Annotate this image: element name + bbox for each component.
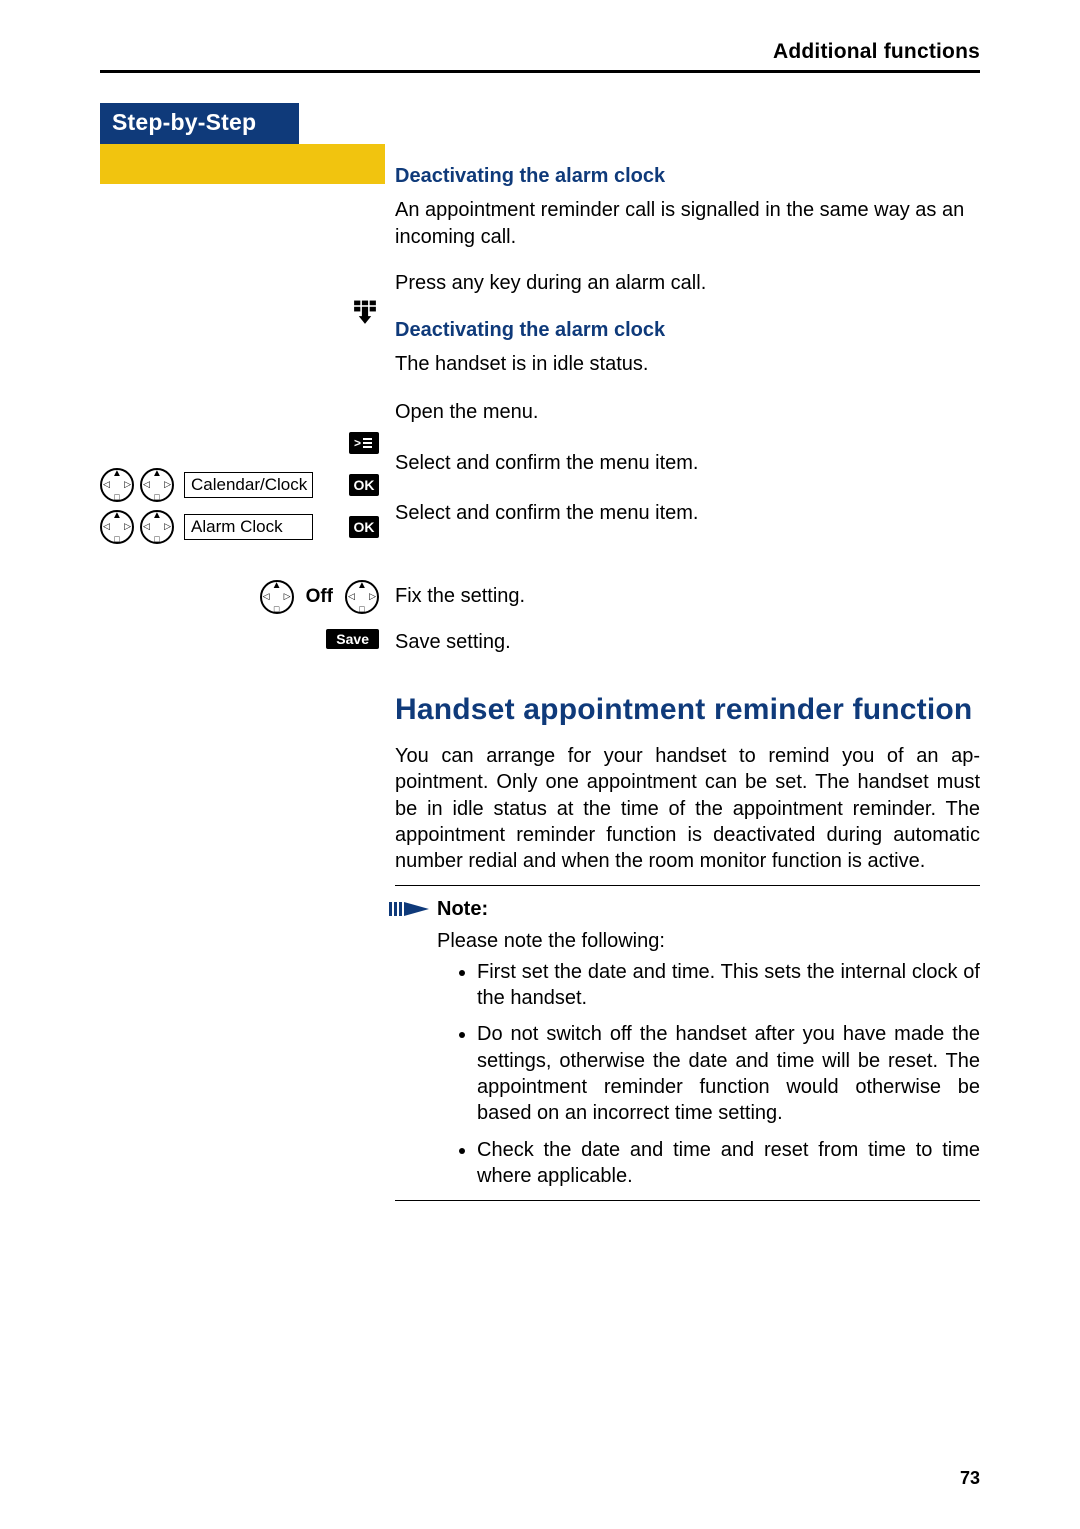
sidebar-column: Step-by-Step (100, 113, 385, 660)
rule-below-note (395, 1200, 980, 1201)
nav-key-icon: ◁▷ (100, 510, 134, 544)
ok-badge: OK (349, 474, 379, 496)
nav-key-icon: ◁▷ (140, 468, 174, 502)
off-label: Off (306, 586, 333, 608)
content-column: Deactivating the alarm clock An appointm… (385, 113, 980, 1211)
step-select-confirm-2: Select and confirm the menu item. (395, 492, 980, 534)
subheading-deactivate-1: Deactivating the alarm clock (395, 163, 980, 189)
page: Additional functions Step-by-Step (0, 0, 1080, 1529)
paragraph-idle-status: The handset is in idle status. (395, 351, 980, 377)
paragraph-appointment-desc: You can arrange for your handset to remi… (395, 743, 980, 875)
menu-item-calendar-box: Calendar/Clock (184, 472, 313, 498)
gutter-calendar-row: ◁▷ ◁▷ Calendar/Clock OK (100, 464, 385, 506)
nav-key-icon: ◁▷ (260, 580, 294, 614)
step-open-menu: Open the menu. (395, 391, 980, 433)
page-number: 73 (960, 1468, 980, 1489)
gutter-keypad-row (100, 292, 385, 334)
note-title: Note: (437, 896, 980, 922)
note-arrow-icon (389, 898, 433, 927)
svg-text:>: > (354, 436, 361, 450)
step-fix-setting: Fix the setting. (395, 575, 980, 617)
note-lead: Please note the following: (437, 928, 980, 954)
ok-badge: OK (349, 516, 379, 538)
keypad-icon (351, 299, 379, 327)
sidebar-yellow-bar (100, 144, 385, 184)
sidebar-tab-row: Step-by-Step (100, 103, 385, 144)
note-block: Note: Please note the following: First s… (395, 896, 980, 1190)
gutter-alarm-row: ◁▷ ◁▷ Alarm Clock OK (100, 506, 385, 548)
nav-key-icon: ◁▷ (140, 510, 174, 544)
note-bullet-item: First set the date and time. This sets t… (477, 959, 980, 1012)
spacer (100, 184, 385, 292)
gutter-save-row: Save (100, 618, 385, 660)
spacer (395, 113, 980, 153)
save-badge: Save (326, 629, 379, 649)
section-heading-appointment: Handset appointment reminder func­tion (395, 691, 980, 729)
gutter-off-row: ◁▷ Off ◁▷ (100, 576, 385, 618)
note-bullet-item: Do not switch off the handset after you … (477, 1021, 980, 1127)
nav-key-icon: ◁▷ (345, 580, 379, 614)
menu-item-alarm-box: Alarm Clock (184, 514, 313, 540)
step-save-setting: Save setting. (395, 625, 980, 659)
nav-key-icon: ◁▷ (100, 468, 134, 502)
note-bullet-item: Check the date and time and reset from t… (477, 1137, 980, 1190)
step-press-any-key: Press any key during an alarm call. (395, 264, 980, 306)
paragraph-intro-1: An appointment reminder call is signalle… (395, 197, 980, 250)
step-select-confirm-1: Select and confirm the menu item. (395, 442, 980, 484)
open-menu-icon: > (349, 432, 379, 454)
rule-above-note (395, 885, 980, 886)
gutter-menu-row: > (100, 422, 385, 464)
spacer (395, 543, 980, 567)
sidebar-tab-title: Step-by-Step (100, 103, 299, 144)
header-rule (100, 70, 980, 73)
running-header: Additional functions (100, 40, 980, 64)
subheading-deactivate-2: Deactivating the alarm clock (395, 317, 980, 343)
note-bullet-list: First set the date and time. This sets t… (457, 959, 980, 1190)
spacer (100, 334, 385, 422)
spacer (100, 548, 385, 576)
two-column-layout: Step-by-Step (100, 113, 980, 1211)
